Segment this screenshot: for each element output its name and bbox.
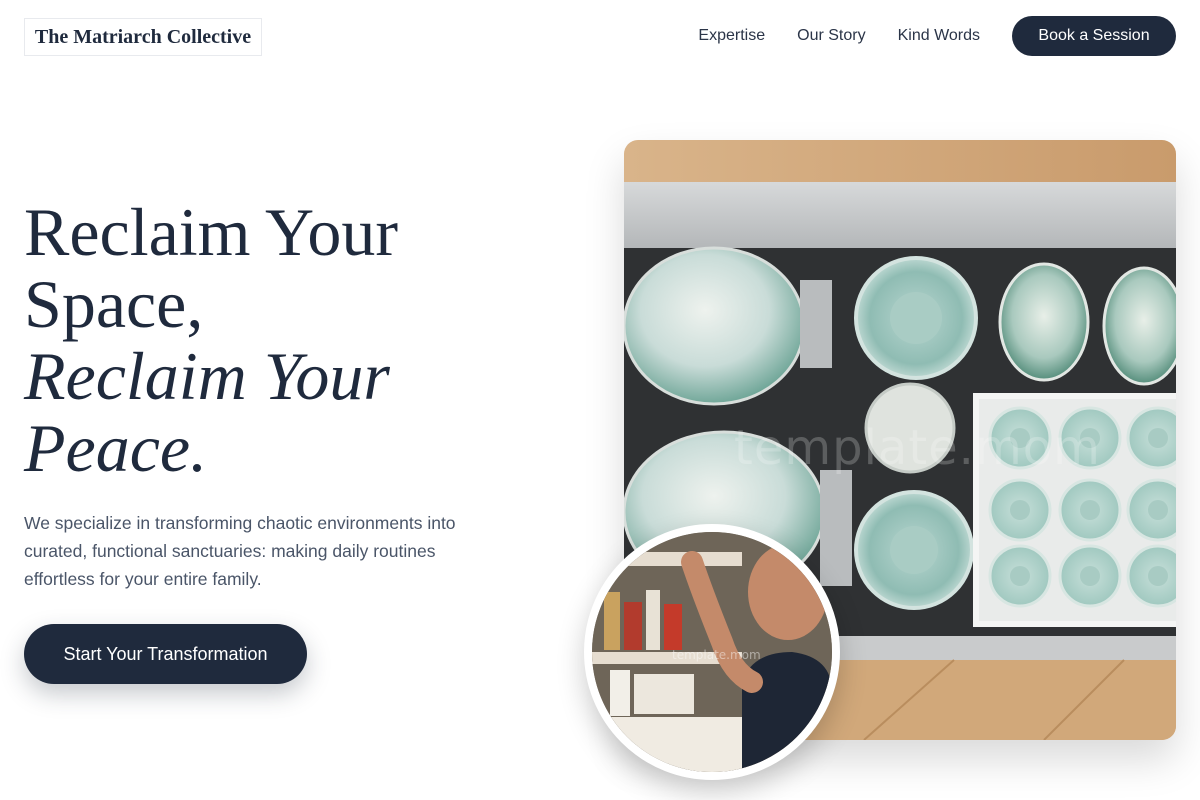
start-transformation-button[interactable]: Start Your Transformation [24, 624, 307, 684]
nav-link-kind-words[interactable]: Kind Words [898, 27, 980, 45]
main-image-watermark: template.mom [734, 420, 1101, 476]
nav-link-expertise[interactable]: Expertise [698, 27, 765, 45]
hero-image-person: template.mom [584, 524, 840, 780]
main-nav: Expertise Our Story Kind Words Book a Se… [698, 16, 1176, 56]
circle-image-watermark: template.mom [672, 648, 761, 662]
hero-title: Reclaim Your Space, Reclaim Your Peace. [24, 196, 544, 484]
book-session-button[interactable]: Book a Session [1012, 16, 1176, 56]
hero-description: We specialize in transforming chaotic en… [24, 513, 456, 589]
hero-title-line-3: Reclaim Your [24, 338, 390, 414]
hero-title-line-2: Space, [24, 266, 204, 342]
hero-title-line-4: Peace. [24, 410, 208, 486]
logo[interactable]: The Matriarch Collective [24, 18, 262, 56]
hero-title-line-1: Reclaim Your [24, 194, 398, 270]
nav-link-our-story[interactable]: Our Story [797, 27, 865, 45]
